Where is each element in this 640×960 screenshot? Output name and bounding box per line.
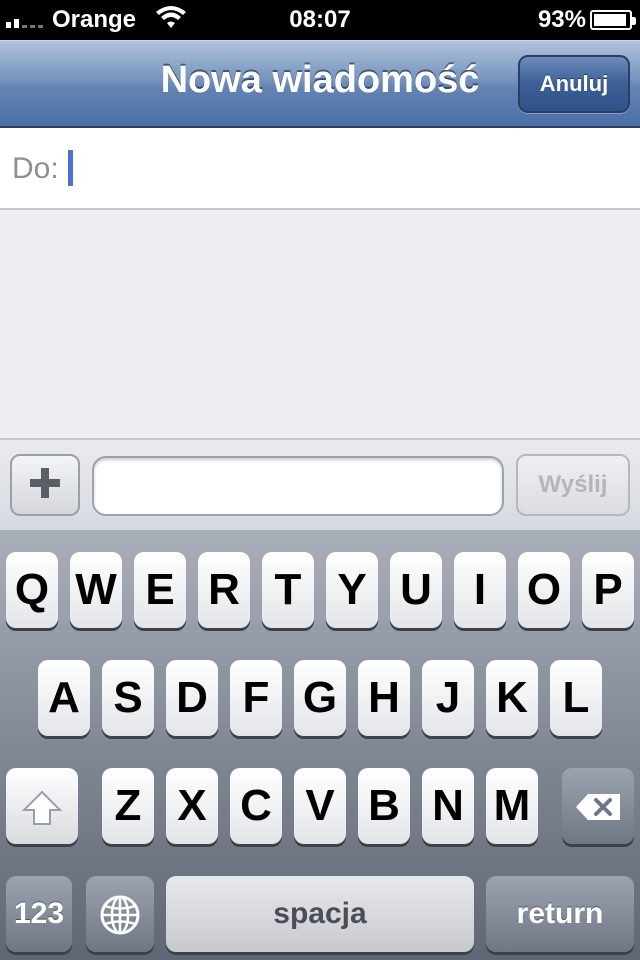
backspace-icon xyxy=(576,794,620,821)
key-i[interactable]: I xyxy=(454,552,506,628)
attach-button[interactable] xyxy=(10,454,80,516)
key-p[interactable]: P xyxy=(582,552,634,628)
text-cursor xyxy=(68,150,73,186)
message-composer: Wyślij xyxy=(0,438,640,530)
key-d[interactable]: D xyxy=(166,660,218,736)
status-bar: Orange 08:07 93% xyxy=(0,0,640,40)
delete-key[interactable] xyxy=(562,768,634,844)
return-key[interactable]: return xyxy=(486,876,634,952)
key-h[interactable]: H xyxy=(358,660,410,736)
key-r[interactable]: R xyxy=(198,552,250,628)
shift-arrow-icon xyxy=(21,790,63,826)
globe-icon xyxy=(100,895,140,935)
globe-key[interactable] xyxy=(86,876,154,952)
key-o[interactable]: O xyxy=(518,552,570,628)
key-t[interactable]: T xyxy=(262,552,314,628)
key-j[interactable]: J xyxy=(422,660,474,736)
conversation-area xyxy=(0,210,640,440)
send-button[interactable]: Wyślij xyxy=(516,454,630,516)
battery-icon xyxy=(590,10,636,30)
key-f[interactable]: F xyxy=(230,660,282,736)
key-y[interactable]: Y xyxy=(326,552,378,628)
battery-fill xyxy=(594,14,626,26)
keyboard: Q W E R T Y U I O P A S D F G H J K L Z … xyxy=(0,530,640,960)
navigation-bar: Nowa wiadomość Anuluj xyxy=(0,40,640,128)
key-x[interactable]: X xyxy=(166,768,218,844)
shift-key[interactable] xyxy=(6,768,78,844)
plus-icon xyxy=(30,468,60,498)
battery-percentage: 93% xyxy=(537,6,586,33)
key-z[interactable]: Z xyxy=(102,768,154,844)
key-c[interactable]: C xyxy=(230,768,282,844)
space-key[interactable]: spacja xyxy=(166,876,474,952)
numbers-key[interactable]: 123 xyxy=(6,876,72,952)
key-m[interactable]: M xyxy=(486,768,538,844)
cancel-button[interactable]: Anuluj xyxy=(518,55,630,113)
key-b[interactable]: B xyxy=(358,768,410,844)
key-k[interactable]: K xyxy=(486,660,538,736)
key-g[interactable]: G xyxy=(294,660,346,736)
key-u[interactable]: U xyxy=(390,552,442,628)
message-input[interactable] xyxy=(92,456,504,516)
key-a[interactable]: A xyxy=(38,660,90,736)
key-l[interactable]: L xyxy=(550,660,602,736)
key-v[interactable]: V xyxy=(294,768,346,844)
recipient-field[interactable]: Do: xyxy=(0,128,640,210)
recipient-label: Do: xyxy=(12,152,59,185)
key-q[interactable]: Q xyxy=(6,552,58,628)
key-s[interactable]: S xyxy=(102,660,154,736)
key-n[interactable]: N xyxy=(422,768,474,844)
key-e[interactable]: E xyxy=(134,552,186,628)
key-w[interactable]: W xyxy=(70,552,122,628)
